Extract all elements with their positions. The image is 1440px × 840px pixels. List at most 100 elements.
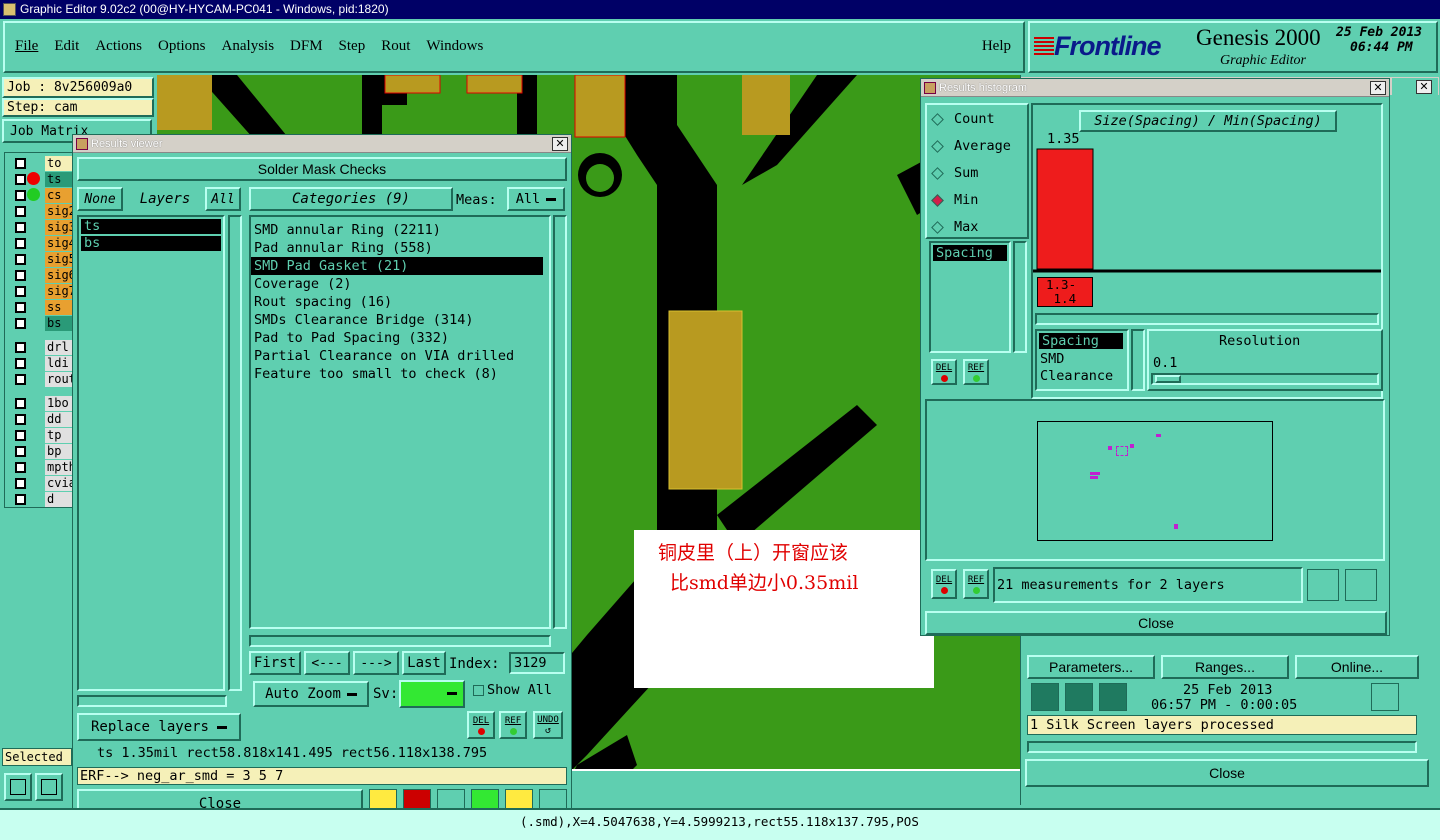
slider-thumb[interactable] bbox=[1155, 375, 1181, 383]
layer-checkbox[interactable] bbox=[15, 341, 26, 353]
del-button[interactable]: DEL bbox=[467, 711, 495, 739]
layer-row-ldi[interactable]: ldi bbox=[5, 355, 77, 371]
spacing-list-scrollbar[interactable] bbox=[1013, 241, 1027, 353]
layer-checkbox[interactable] bbox=[15, 301, 26, 313]
list-item[interactable]: Spacing bbox=[933, 245, 1007, 261]
none-button[interactable]: None bbox=[77, 187, 123, 211]
layer-checkbox[interactable] bbox=[15, 237, 26, 249]
layer-checkbox[interactable] bbox=[15, 477, 26, 489]
menu-options[interactable]: Options bbox=[158, 38, 206, 55]
menu-windows[interactable]: Windows bbox=[426, 38, 483, 55]
right-panel-hscroll[interactable] bbox=[1027, 741, 1417, 753]
layer-row-sig4[interactable]: sig4 bbox=[5, 235, 77, 251]
layer-checkbox[interactable] bbox=[15, 157, 26, 169]
layer-checkbox[interactable] bbox=[15, 445, 26, 457]
layer-row-sig7[interactable]: sig7 bbox=[5, 283, 77, 299]
close-icon[interactable]: ✕ bbox=[1416, 80, 1432, 94]
layer-checkbox[interactable] bbox=[15, 173, 26, 185]
layer-list-scrollbar[interactable] bbox=[228, 215, 242, 691]
menu-edit[interactable]: Edit bbox=[54, 38, 79, 55]
category-item[interactable]: SMD annular Ring (2211) bbox=[251, 221, 549, 239]
layer-checkbox[interactable] bbox=[15, 493, 26, 505]
right-panel-close-button[interactable]: Close bbox=[1025, 759, 1429, 787]
layer-row-drl[interactable]: drl bbox=[5, 339, 77, 355]
resolution-slider[interactable] bbox=[1151, 373, 1379, 385]
layer-row-1bo[interactable]: 1bo bbox=[5, 395, 77, 411]
mode-radio-min[interactable]: Min bbox=[931, 190, 978, 210]
close-icon[interactable]: ✕ bbox=[552, 137, 568, 151]
undo-button[interactable]: UNDO ↺ bbox=[533, 711, 563, 739]
mode-radio-average[interactable]: Average bbox=[931, 136, 1011, 156]
category-item[interactable]: Feature too small to check (8) bbox=[251, 365, 549, 383]
category-item[interactable]: Partial Clearance on VIA drilled bbox=[251, 347, 549, 365]
layer-row-bp[interactable]: bp bbox=[5, 443, 77, 459]
zoom-icon[interactable] bbox=[1371, 683, 1399, 711]
close-icon[interactable]: ✕ bbox=[1370, 81, 1386, 95]
replace-layers-dropdown[interactable]: Replace layers bbox=[77, 713, 241, 741]
category-item[interactable]: Coverage (2) bbox=[251, 275, 549, 293]
all-button[interactable]: All bbox=[205, 187, 241, 211]
layer-checkbox[interactable] bbox=[15, 285, 26, 297]
layer-row-sig5[interactable]: sig5 bbox=[5, 251, 77, 267]
menu-file[interactable]: File bbox=[15, 38, 38, 55]
menu-help[interactable]: Help bbox=[982, 38, 1011, 55]
layer-checkbox[interactable] bbox=[15, 413, 26, 425]
categories-button[interactable]: Categories (9) bbox=[249, 187, 453, 211]
layer-row-to[interactable]: to bbox=[5, 155, 77, 171]
auto-zoom-dropdown[interactable]: Auto Zoom bbox=[253, 681, 369, 707]
category-item[interactable]: Rout spacing (16) bbox=[251, 293, 549, 311]
layer-checkbox[interactable] bbox=[15, 269, 26, 281]
layer-row-mpth[interactable]: mpth bbox=[5, 459, 77, 475]
ranges-button[interactable]: Ranges... bbox=[1161, 655, 1289, 679]
layer-checkbox[interactable] bbox=[15, 205, 26, 217]
layer-checkbox[interactable] bbox=[15, 221, 26, 233]
mode-radio-count[interactable]: Count bbox=[931, 109, 995, 129]
layer-results-list[interactable]: ts bs bbox=[77, 215, 225, 691]
run-icon-2[interactable] bbox=[1065, 683, 1093, 711]
layer-row-cvia[interactable]: cvia bbox=[5, 475, 77, 491]
list-item[interactable]: SMD bbox=[1037, 351, 1127, 368]
layer-row-cs[interactable]: cs bbox=[5, 187, 77, 203]
layer-checkbox[interactable] bbox=[15, 253, 26, 265]
layer-row-rout[interactable]: rout bbox=[5, 371, 77, 387]
zoom-in-icon[interactable] bbox=[1307, 569, 1339, 601]
parameters-button[interactable]: Parameters... bbox=[1027, 655, 1155, 679]
online-button[interactable]: Online... bbox=[1295, 655, 1419, 679]
histogram-ref-button[interactable]: REF bbox=[963, 359, 989, 385]
run-icon-1[interactable] bbox=[1031, 683, 1059, 711]
overview-ref-button[interactable]: REF bbox=[963, 569, 989, 599]
layer-checkbox[interactable] bbox=[15, 317, 26, 329]
layer-checkbox[interactable] bbox=[15, 373, 26, 385]
zoom-out-icon[interactable] bbox=[1345, 569, 1377, 601]
meas-dropdown[interactable]: All bbox=[507, 187, 565, 211]
histogram-close-button[interactable]: Close bbox=[925, 611, 1387, 635]
menu-actions[interactable]: Actions bbox=[95, 38, 142, 55]
layer-row-ss[interactable]: ss bbox=[5, 299, 77, 315]
menu-analysis[interactable]: Analysis bbox=[222, 38, 275, 55]
category-item[interactable]: SMDs Clearance Bridge (314) bbox=[251, 311, 549, 329]
menu-dfm[interactable]: DFM bbox=[290, 38, 323, 55]
ref-button[interactable]: REF bbox=[499, 711, 527, 739]
layer-checkbox[interactable] bbox=[15, 189, 26, 201]
layer-checkbox[interactable] bbox=[15, 397, 26, 409]
board-outline[interactable] bbox=[1037, 421, 1273, 541]
first-button[interactable]: First bbox=[249, 651, 301, 675]
mode-radio-sum[interactable]: Sum bbox=[931, 163, 978, 183]
list-item[interactable]: ts bbox=[81, 219, 221, 234]
list-item[interactable]: Spacing bbox=[1039, 333, 1123, 349]
index-input[interactable]: 3129 bbox=[509, 652, 565, 674]
layer-row-sig3[interactable]: sig3 bbox=[5, 219, 77, 235]
categories-list[interactable]: SMD annular Ring (2211) Pad annular Ring … bbox=[249, 215, 551, 629]
categories-hscroll[interactable] bbox=[249, 635, 551, 647]
category-item[interactable]: SMD Pad Gasket (21) bbox=[251, 257, 543, 275]
category-item[interactable]: Pad to Pad Spacing (332) bbox=[251, 329, 549, 347]
categories-scrollbar[interactable] bbox=[553, 215, 567, 629]
histogram-del-button[interactable]: DEL bbox=[931, 359, 957, 385]
layer-row-sig2[interactable]: sig2 bbox=[5, 203, 77, 219]
layer-row-bs[interactable]: bs bbox=[5, 315, 77, 331]
left-tool-button-2[interactable] bbox=[35, 773, 63, 801]
layer-row-tp[interactable]: tp bbox=[5, 427, 77, 443]
category-item[interactable]: Pad annular Ring (558) bbox=[251, 239, 549, 257]
layer-row-dd[interactable]: dd bbox=[5, 411, 77, 427]
layer-checkbox[interactable] bbox=[15, 357, 26, 369]
